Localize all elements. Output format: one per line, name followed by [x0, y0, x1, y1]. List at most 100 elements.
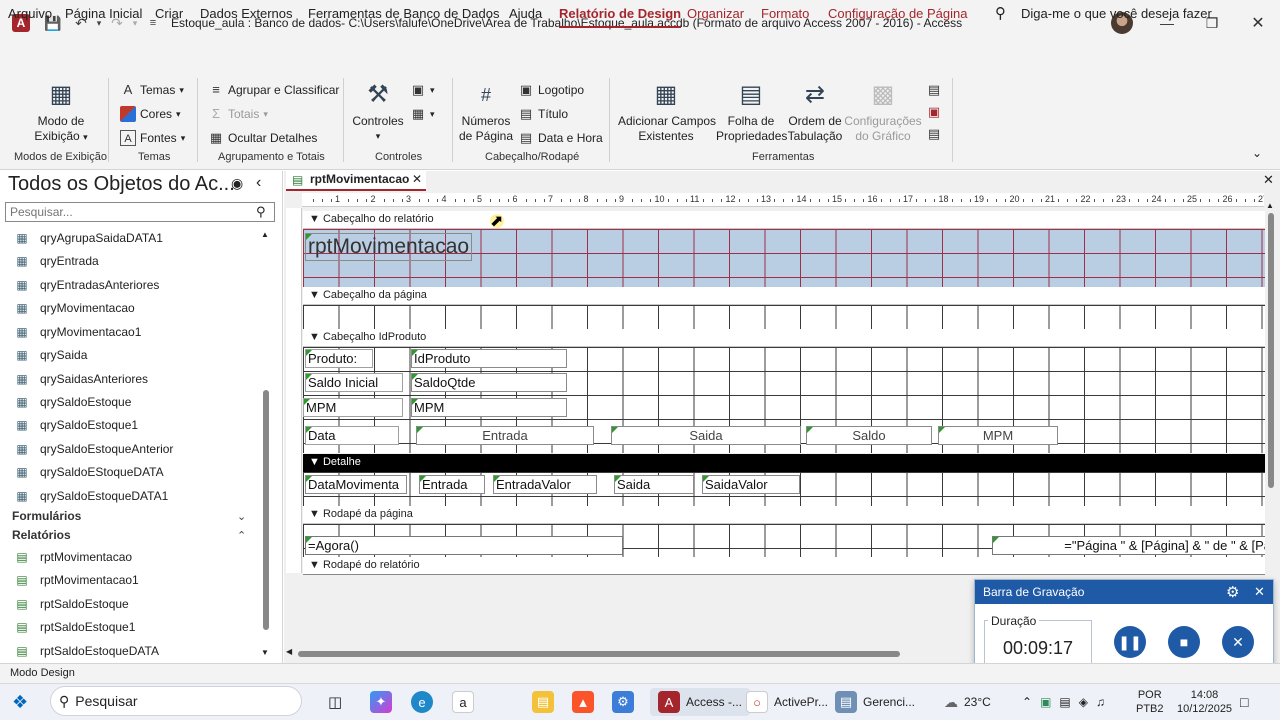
scroll-thumb[interactable] — [1268, 213, 1274, 488]
totals-button[interactable]: Σ Totais ▾ — [208, 106, 268, 122]
weather-widget[interactable]: ☁ 23°C — [944, 690, 991, 714]
tab-ajuda[interactable]: Ajuda — [509, 6, 542, 21]
nav-query-item[interactable]: ▦ qryEntradasAnteriores — [14, 278, 159, 292]
section-page-header-bar[interactable]: ▼ Cabeçalho da página — [303, 287, 1265, 305]
chevron-up-icon[interactable]: ⌃ — [237, 529, 246, 542]
volume-icon[interactable]: ♫ — [1096, 695, 1105, 709]
hide-details-button[interactable]: ▦ Ocultar Detalhes — [208, 130, 318, 146]
gear-icon[interactable]: ⚙ — [1226, 583, 1239, 601]
tab-arquivo[interactable]: Arquivo — [8, 6, 52, 21]
tab-organizar[interactable]: Organizar — [687, 6, 744, 21]
add-existing-fields-button[interactable]: ▦ Adicionar Campos Existentes — [618, 80, 716, 144]
tab-criar[interactable]: Criar — [155, 6, 183, 21]
collapse-ribbon-icon[interactable]: ⌄ — [1252, 146, 1262, 160]
section-report-footer-bar[interactable]: ▼ Rodapé do relatório — [303, 557, 1265, 575]
nav-menu-chevron-icon[interactable]: ◉ — [231, 175, 243, 192]
scroll-up-icon[interactable]: ▲ — [261, 230, 269, 239]
document-tab[interactable]: ▤ rptMovimentacao ✕ — [286, 171, 426, 191]
close-document-icon[interactable]: ✕ — [1263, 172, 1274, 188]
nav-query-item[interactable]: ▦ qryMovimentacao — [14, 301, 134, 315]
cancel-recording-button[interactable]: ✕ — [1222, 626, 1254, 658]
column-header-entrada[interactable]: Entrada — [416, 426, 594, 445]
title-button[interactable]: ▤ Título — [518, 106, 568, 122]
scroll-down-icon[interactable]: ▼ — [261, 648, 269, 657]
tab-relatorio-design[interactable]: Relatório de Design — [559, 6, 682, 28]
nav-query-item[interactable]: ▦ qrySaldoEstoque1 — [14, 418, 138, 432]
property-sheet-button[interactable]: ▤ Folha de Propriedades — [716, 80, 787, 144]
nav-query-item[interactable]: ▦ qrySaldoEstoque — [14, 395, 131, 409]
themes-button[interactable]: A Temas ▾ — [120, 82, 184, 98]
app-tray-icon[interactable]: ▣ — [1040, 695, 1051, 709]
label-saldo-inicial[interactable]: Saldo Inicial — [305, 373, 403, 392]
controls-button[interactable]: ⚒ Controles ▾ — [352, 80, 404, 144]
section-page-footer[interactable]: =Agora() ="Página " & [Página] & " de " … — [303, 524, 1265, 557]
section-report-header[interactable]: rptMovimentacao — [303, 229, 1265, 287]
column-header-mpm[interactable]: MPM — [938, 426, 1058, 445]
start-button[interactable]: ❖ — [12, 690, 28, 714]
fonts-button[interactable]: A Fontes ▾ — [120, 130, 185, 146]
group-sort-button[interactable]: ≡ Agrupar e Classificar — [208, 82, 339, 98]
wifi-icon[interactable]: ◈ — [1079, 695, 1088, 709]
colors-button[interactable]: Cores ▾ — [120, 106, 181, 122]
nav-report-item[interactable]: ▤ rptMovimentacao — [14, 550, 132, 564]
view-mode-button[interactable]: ▦ Modo de Exibição ▾ — [30, 80, 92, 145]
nav-report-item[interactable]: ▤ rptSaldoEstoqueDATA — [14, 644, 159, 658]
section-page-footer-bar[interactable]: ▼ Rodapé da página — [303, 506, 1265, 524]
nav-report-item[interactable]: ▤ rptSaldoEstoque — [14, 597, 128, 611]
field-saldoqtde[interactable]: SaldoQtde — [411, 373, 567, 392]
section-detail[interactable]: DataMovimenta Entrada EntradaValor Saida… — [303, 472, 1265, 506]
view-code-button[interactable]: ▤ — [926, 82, 942, 98]
nav-query-item[interactable]: ▦ qrySaldoEStoqueDATA — [14, 465, 163, 479]
usb-icon[interactable]: ▤ — [1059, 695, 1070, 709]
close-tab-icon[interactable]: ✕ — [412, 172, 422, 186]
nav-query-item[interactable]: ▦ qryMovimentacao1 — [14, 325, 141, 339]
field-saidavalor[interactable]: SaidaValor — [702, 475, 800, 494]
field-mpm[interactable]: MPM — [411, 398, 567, 417]
nav-query-item[interactable]: ▦ qrySaidasAnteriores — [14, 372, 148, 386]
column-header-data[interactable]: Data — [305, 426, 399, 445]
tell-me-box[interactable]: Diga-me o que você deseja fazer — [1021, 6, 1212, 21]
scroll-thumb[interactable] — [263, 390, 269, 630]
nav-scrollbar[interactable]: ▲ ▼ — [261, 230, 271, 660]
chart-settings-button[interactable]: ▩ Configurações do Gráfico — [844, 80, 922, 144]
scroll-up-icon[interactable]: ▲ — [1266, 201, 1274, 210]
tab-order-button[interactable]: ⇄ Ordem de Tabulação — [786, 80, 844, 144]
column-header-saldo[interactable]: Saldo — [806, 426, 932, 445]
pause-button[interactable]: ❚❚ — [1114, 626, 1146, 658]
section-report-header-bar[interactable]: ▼ Cabeçalho do relatório — [303, 211, 1265, 229]
nav-query-item[interactable]: ▦ qrySaldoEstoqueDATA1 — [14, 489, 168, 503]
taskbar-access[interactable]: A Access -... — [650, 688, 751, 716]
scroll-thumb[interactable] — [298, 651, 900, 657]
logo-button[interactable]: ▣ Logotipo — [518, 82, 584, 98]
tab-configuracao-pagina[interactable]: Configuração de Página — [828, 6, 968, 21]
nav-query-item[interactable]: ▦ qrySaldoEstoqueAnterior — [14, 442, 173, 456]
nav-pane-title[interactable]: Todos os Objetos do Ac... — [8, 173, 235, 196]
field-datamovimenta[interactable]: DataMovimenta — [305, 475, 407, 494]
section-group-header[interactable]: Produto: IdProduto Saldo Inicial SaldoQt… — [303, 347, 1265, 453]
column-header-saida[interactable]: Saida — [611, 426, 801, 445]
tab-ferramentas-bd[interactable]: Ferramentas de Banco de Dados — [308, 6, 500, 21]
amazon-button[interactable]: a — [452, 690, 474, 714]
nav-query-item[interactable]: ▦ qryAgrupaSaidaDATA1 — [14, 231, 163, 245]
field-agora[interactable]: =Agora() — [305, 536, 623, 555]
label-mpm[interactable]: MPM — [303, 398, 403, 417]
label-produto[interactable]: Produto: — [305, 349, 373, 368]
field-page-number[interactable]: ="Página " & [Página] & " de " & [Pá — [992, 536, 1265, 555]
taskbar-search-box[interactable]: ⚲ Pesquisar — [50, 686, 302, 716]
subreport-button[interactable]: ▤ — [926, 126, 942, 142]
taskbar-gerenciador[interactable]: ▤ Gerenci... — [835, 690, 915, 714]
task-view-button[interactable]: ◫ — [328, 690, 342, 714]
close-window-button[interactable]: ✕ — [1238, 10, 1278, 36]
keyboard-language[interactable]: POR PTB2 — [1136, 688, 1164, 716]
chevron-down-icon[interactable]: ⌄ — [237, 510, 246, 523]
file-explorer-button[interactable]: ▤ — [532, 690, 554, 714]
section-group-header-bar[interactable]: ▼ Cabeçalho IdProduto — [303, 329, 1265, 347]
more-controls-button[interactable]: ▦ ▾ — [410, 106, 435, 122]
report-title-label[interactable]: rptMovimentacao — [305, 233, 473, 261]
chevron-up-icon[interactable]: ⌃ — [1022, 695, 1032, 709]
tab-pagina-inicial[interactable]: Página Inicial — [65, 6, 142, 21]
stop-button[interactable]: ■ — [1168, 626, 1200, 658]
page-numbers-button[interactable]: # Números de Página — [458, 80, 514, 144]
field-entrada[interactable]: Entrada — [419, 475, 485, 494]
scroll-left-icon[interactable]: ◀ — [286, 647, 292, 656]
